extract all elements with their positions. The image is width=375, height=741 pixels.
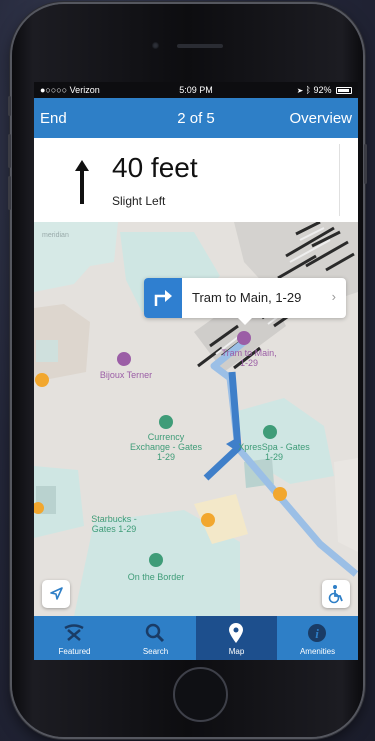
search-icon (145, 623, 165, 643)
power-button (364, 144, 367, 184)
chevron-right-icon: › (331, 289, 336, 304)
volume-down-button (8, 176, 11, 210)
svg-text:i: i (315, 626, 319, 641)
front-camera (152, 42, 159, 49)
turn-right-icon (144, 278, 182, 318)
location-arrow-icon (50, 587, 63, 600)
silent-switch (8, 96, 11, 116)
tab-featured[interactable]: Featured (34, 616, 115, 660)
tab-search[interactable]: Search (115, 616, 196, 660)
tab-map[interactable]: Map (196, 616, 277, 660)
locate-button[interactable] (42, 580, 70, 608)
distance-text: 40 feet (112, 152, 198, 183)
callout-text: Tram to Main, 1-29 (192, 290, 302, 305)
volume-up-button (8, 134, 11, 168)
map-label-currency[interactable]: Currency Exchange - Gates 1-29 (116, 432, 216, 462)
map-label-spa[interactable]: XpresSpa - Gates 1-29 (224, 442, 324, 462)
bluetooth-icon: ᛒ (305, 85, 311, 95)
status-bar: ●○○○○ Verizon 5:09 PM ➤ ᛒ 92% (34, 82, 358, 98)
battery-indicator: ➤ ᛒ 92% (298, 85, 352, 95)
instruction-text: Slight Left (112, 194, 166, 208)
tab-amenities-label: Amenities (299, 647, 336, 656)
map-label-tram[interactable]: Tram to Main, 1-29 (214, 348, 284, 368)
location-arrow-icon: ➤ (297, 85, 304, 95)
direction-panel: 40 feet Slight Left (34, 138, 358, 223)
tab-map-label: Map (228, 647, 245, 656)
map-view[interactable]: meridian Bijoux Terner Currency Exchange… (34, 222, 358, 616)
map-pin-icon (229, 623, 243, 643)
panel-divider (339, 144, 340, 216)
info-icon: i (308, 624, 326, 642)
map-label-bijoux[interactable]: Bijoux Terner (86, 370, 166, 380)
earpiece-speaker (177, 44, 223, 48)
home-button[interactable] (173, 667, 228, 722)
tab-search-label: Search (142, 647, 169, 656)
map-watermark: meridian (42, 232, 69, 239)
battery-icon (336, 87, 352, 94)
tab-amenities[interactable]: i Amenities (277, 616, 358, 660)
overview-button[interactable]: Overview (289, 110, 352, 127)
map-label-border[interactable]: On the Border (106, 572, 206, 582)
navigation-bar: End 2 of 5 Overview (34, 98, 358, 138)
screen: ●○○○○ Verizon 5:09 PM ➤ ᛒ 92% End 2 of 5… (34, 82, 358, 660)
tab-featured-label: Featured (58, 647, 91, 656)
map-label-starbucks[interactable]: Starbucks - Gates 1-29 (74, 514, 154, 534)
wheelchair-icon (328, 585, 343, 604)
battery-percent: 92% (313, 85, 332, 95)
tab-bar: Featured Search Map i Amenities (34, 616, 358, 660)
accessibility-button[interactable] (322, 580, 350, 608)
destination-callout[interactable]: Tram to Main, 1-29 › (144, 278, 346, 325)
arrow-up-icon (75, 160, 89, 204)
featured-icon (64, 624, 84, 641)
